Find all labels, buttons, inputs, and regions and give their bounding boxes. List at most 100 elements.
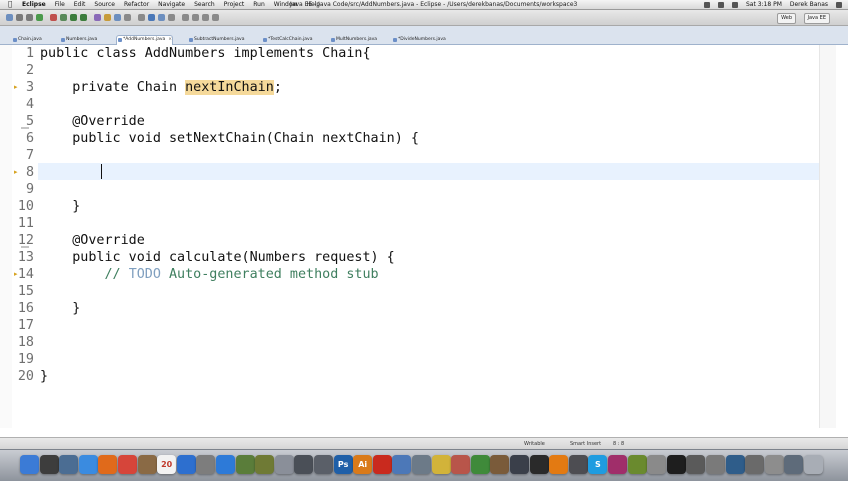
app-5-icon[interactable] (706, 455, 725, 474)
print-icon[interactable] (26, 14, 33, 21)
calendar-label: 20 (161, 460, 173, 469)
game-icon[interactable] (470, 455, 490, 474)
marker-icon[interactable] (148, 14, 155, 21)
illustrator-label: Ai (358, 460, 368, 469)
app-7-icon[interactable] (745, 455, 765, 474)
code-icon[interactable] (510, 455, 529, 474)
photo-app-icon[interactable] (412, 455, 431, 474)
app-2-icon[interactable] (627, 455, 647, 474)
menu-refactor[interactable]: Refactor (124, 0, 149, 9)
menu-project[interactable]: Project (224, 0, 245, 9)
utility-icon[interactable] (255, 455, 275, 474)
photoshop-icon[interactable]: Ps (333, 455, 353, 474)
code-line: 19 (0, 351, 810, 368)
wifi-icon[interactable] (703, 1, 710, 8)
server-icon[interactable] (94, 14, 101, 21)
code-line: 5 @Override (0, 113, 810, 130)
document-icon[interactable] (392, 455, 412, 474)
menu-search[interactable]: Search (194, 0, 215, 9)
code-line: 20} (0, 368, 810, 385)
address-book-icon[interactable] (137, 455, 157, 474)
tool-icon[interactable] (294, 455, 314, 474)
apple-icon[interactable]:  (8, 0, 12, 9)
clock[interactable]: Sat 3:18 PM (746, 0, 782, 9)
mission-control-icon[interactable] (59, 455, 79, 474)
nav-3-icon[interactable] (212, 14, 219, 21)
app-9-icon[interactable] (784, 455, 804, 474)
code-line: 8 (0, 164, 810, 181)
app-8-icon[interactable] (764, 455, 784, 474)
dashboard-icon[interactable] (39, 455, 59, 474)
terminal-icon[interactable] (666, 455, 686, 474)
editor-tab[interactable]: SubtractNumbers.java (188, 36, 244, 44)
menu-eclipse[interactable]: Eclipse (22, 0, 46, 9)
chrome-icon[interactable] (118, 455, 137, 474)
paint-icon[interactable] (451, 455, 471, 474)
menu-source[interactable]: Source (94, 0, 115, 9)
editor-tab[interactable]: *DivideNumbers.java (392, 36, 446, 44)
vlc-icon[interactable] (549, 455, 569, 474)
dock: 20 Ps Ai S (0, 449, 848, 481)
stop-icon[interactable] (50, 14, 57, 21)
spotlight-icon[interactable] (836, 1, 842, 8)
calendar-icon[interactable]: 20 (157, 455, 177, 474)
user-name[interactable]: Derek Banas (790, 0, 828, 9)
editor-tab[interactable]: *AddNumbers.java × (116, 35, 174, 45)
debug-icon[interactable] (36, 14, 43, 21)
editor-tab-label: Chain.java (18, 37, 42, 42)
javaee-perspective-button[interactable]: Java EE (803, 13, 830, 24)
back-icon[interactable] (158, 14, 165, 21)
color-app-icon[interactable] (431, 455, 451, 474)
safari-icon[interactable] (216, 455, 235, 474)
nav-2-icon[interactable] (202, 14, 209, 21)
run-last-icon[interactable] (70, 14, 77, 21)
tool-2-icon[interactable] (568, 455, 588, 474)
search-icon[interactable] (124, 14, 131, 21)
menu-edit[interactable]: Edit (74, 0, 86, 9)
skype-icon[interactable]: S (588, 455, 608, 474)
forward-icon[interactable] (168, 14, 175, 21)
close-tab-icon[interactable]: × (168, 37, 172, 42)
firefox-icon[interactable] (98, 455, 118, 474)
menu-run[interactable]: Run (253, 0, 265, 9)
line-number: 13 (17, 250, 34, 265)
web-perspective-button[interactable]: Web (777, 13, 796, 24)
pin-icon[interactable] (192, 14, 199, 21)
editor-tab[interactable]: Numbers.java (60, 36, 97, 44)
clapper-icon[interactable] (529, 455, 549, 474)
new-icon[interactable] (6, 14, 13, 21)
trash-icon[interactable] (804, 455, 823, 474)
run-icon[interactable] (60, 14, 67, 21)
image-app-icon[interactable] (235, 455, 255, 474)
app-6-icon[interactable] (725, 455, 745, 474)
line-number: 7 (25, 148, 34, 163)
code-editor[interactable]: 1 public class AddNumbers implements Chai… (0, 45, 848, 428)
overview-ruler[interactable] (819, 45, 836, 428)
open-type-icon[interactable] (114, 14, 121, 21)
media-icon[interactable] (314, 455, 333, 474)
editor-tab[interactable]: Chain.java (12, 36, 42, 44)
save-icon[interactable] (16, 14, 23, 21)
editor-tab[interactable]: MultNumbers.java (330, 36, 377, 44)
app-store-icon[interactable] (78, 455, 98, 474)
menu-list: Eclipse File Edit Source Refactor Navigate Sea… (22, 0, 320, 9)
task-icon[interactable] (138, 14, 145, 21)
coverage-icon[interactable] (80, 14, 87, 21)
app-3-icon[interactable] (647, 455, 667, 474)
app-icon[interactable] (608, 455, 627, 474)
editor-tab[interactable]: *TestCalcChain.java (262, 36, 312, 44)
preview-icon[interactable] (274, 455, 294, 474)
volume-icon[interactable] (717, 1, 724, 8)
box-icon[interactable] (490, 455, 510, 474)
finder-icon[interactable] (20, 455, 39, 474)
acrobat-icon[interactable] (372, 455, 392, 474)
illustrator-icon[interactable]: Ai (353, 455, 373, 474)
menu-navigate[interactable]: Navigate (158, 0, 185, 9)
app-4-icon[interactable] (686, 455, 706, 474)
package-icon[interactable] (104, 14, 111, 21)
itunes-icon[interactable] (176, 455, 196, 474)
system-preferences-icon[interactable] (196, 455, 216, 474)
menu-file[interactable]: File (55, 0, 65, 9)
nav-icon[interactable] (182, 14, 189, 21)
battery-icon[interactable] (731, 1, 738, 8)
